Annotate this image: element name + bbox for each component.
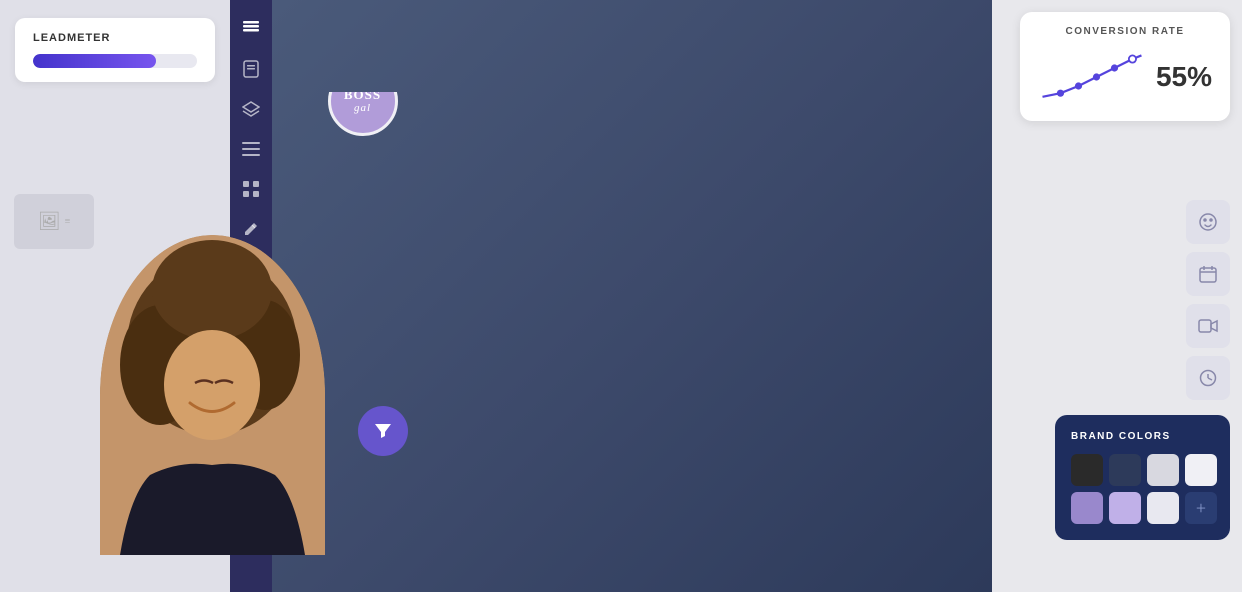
leadmeter-card: LEADMETER	[15, 18, 215, 82]
right-panel: CONVERSION RATE 55%	[987, 0, 1242, 592]
color-swatch-3[interactable]	[1147, 454, 1179, 486]
conversion-percent: 55%	[1156, 61, 1212, 93]
woman-photo	[100, 235, 325, 555]
logo-boss-text: BOSS	[344, 92, 381, 102]
background-page	[272, 0, 992, 592]
brand-colors-title: BRAND COLORS	[1071, 431, 1214, 442]
thumbnail-1[interactable]: 🖼 ≡	[14, 194, 94, 249]
leadmeter-bar-fill	[33, 54, 156, 68]
color-swatch-7[interactable]	[1147, 492, 1179, 524]
filter-funnel-button[interactable]	[358, 406, 408, 456]
brand-colors-grid: +	[1071, 454, 1214, 524]
color-swatch-add[interactable]: +	[1185, 492, 1217, 524]
leadmeter-bar-background	[33, 54, 197, 68]
color-swatch-1[interactable]	[1071, 454, 1103, 486]
sidebar-icon-pen[interactable]	[240, 218, 262, 240]
sidebar-icon-layers[interactable]	[240, 18, 262, 40]
sidebar-icon-layers2[interactable]	[240, 98, 262, 120]
conversion-rate-card[interactable]: CONVERSION RATE 55%	[1020, 12, 1230, 121]
conversion-chart	[1038, 47, 1146, 107]
color-swatch-6[interactable]	[1109, 492, 1141, 524]
leadmeter-title: LEADMETER	[33, 32, 197, 44]
sidebar-icon-page[interactable]	[240, 58, 262, 80]
sidebar-icon-grid[interactable]	[240, 178, 262, 200]
right-tool-calendar[interactable]	[1186, 252, 1230, 296]
color-swatch-2[interactable]	[1109, 454, 1141, 486]
conversion-content: 55%	[1038, 47, 1212, 107]
right-tool-video[interactable]	[1186, 304, 1230, 348]
sidebar-icon-menu[interactable]	[240, 138, 262, 160]
woman-photo-inner	[100, 235, 325, 555]
color-swatch-4[interactable]	[1185, 454, 1217, 486]
logo-gal-text: gal	[354, 102, 371, 114]
brand-colors-card[interactable]: BRAND COLORS +	[1055, 415, 1230, 540]
color-swatch-5[interactable]	[1071, 492, 1103, 524]
funnel-icon	[373, 421, 393, 441]
right-tool-icons	[1186, 200, 1230, 400]
right-tool-clock[interactable]	[1186, 356, 1230, 400]
conversion-rate-title: CONVERSION RATE	[1038, 26, 1212, 37]
right-tool-emoji[interactable]	[1186, 200, 1230, 244]
